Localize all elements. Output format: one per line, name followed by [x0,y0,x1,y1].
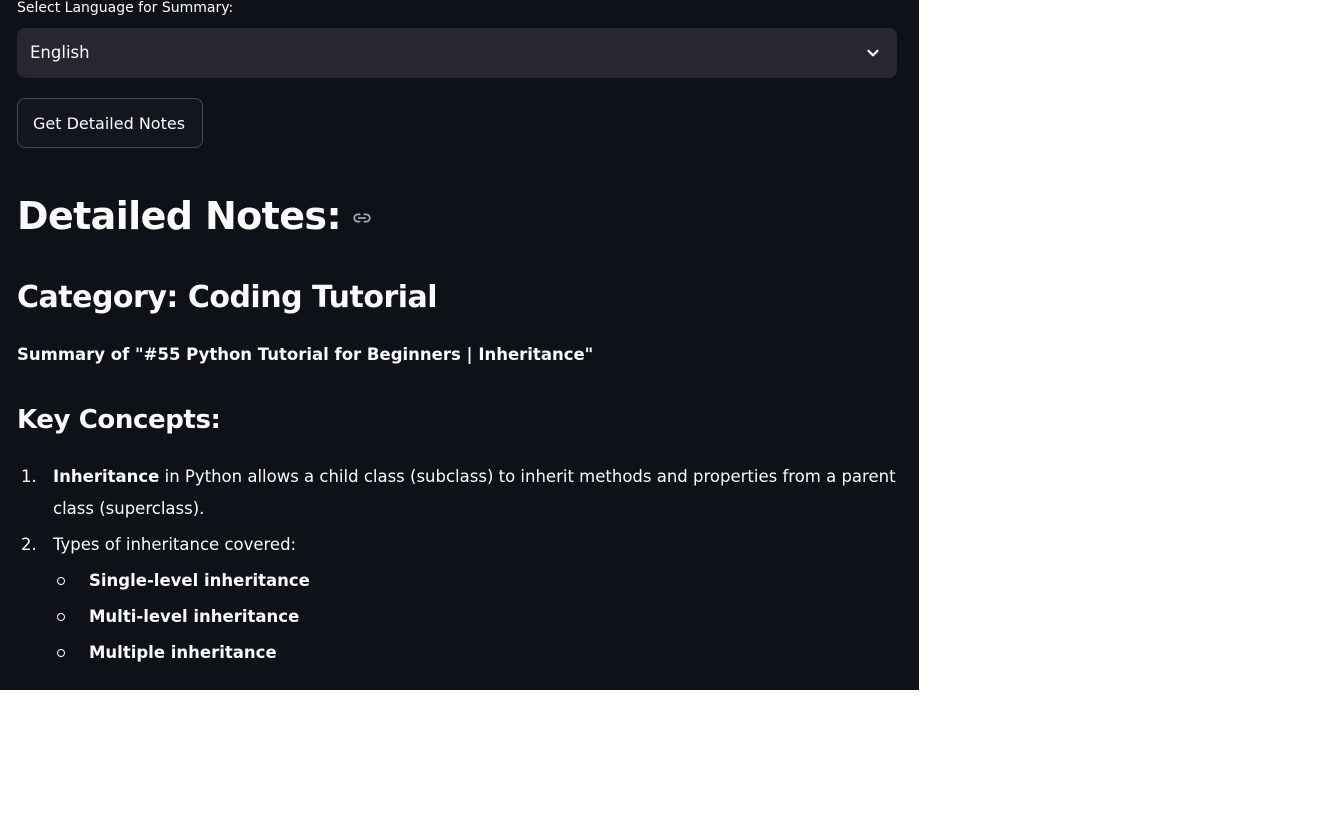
list-item: Single-level inheritance [53,565,897,597]
app-main-panel: Select Language for Summary: English Get… [0,0,919,690]
language-select-value: English [30,43,90,62]
language-select[interactable]: English [17,28,897,78]
list-item: 2. Types of inheritance covered: Single-… [17,529,897,669]
list-item: Multiple inheritance [53,637,897,669]
category-heading: Category: Coding Tutorial [17,280,438,315]
circle-bullet-icon [57,649,65,657]
detailed-notes-heading: Detailed Notes: [17,190,373,242]
key-concepts-list: 1. Inheritance in Python allows a child … [17,461,897,673]
inheritance-description: in Python allows a child class (subclass… [53,467,896,518]
summary-title: Summary of "#55 Python Tutorial for Begi… [17,345,594,364]
link-icon[interactable] [351,207,373,229]
inheritance-term: Inheritance [53,467,160,486]
sub-item-text: Single-level inheritance [89,571,310,590]
list-item-number: 2. [21,535,37,554]
key-concepts-heading: Key Concepts: [17,405,221,435]
get-detailed-notes-button[interactable]: Get Detailed Notes [17,98,203,148]
sub-item-text: Multi-level inheritance [89,607,300,626]
circle-bullet-icon [57,613,65,621]
list-item-text: Inheritance in Python allows a child cla… [53,467,896,518]
list-item: 1. Inheritance in Python allows a child … [17,461,897,525]
sub-item-text: Multiple inheritance [89,643,277,662]
circle-bullet-icon [57,577,65,585]
list-item-text: Types of inheritance covered: [53,535,297,554]
list-item: Multi-level inheritance [53,601,897,633]
language-select-label: Select Language for Summary: [17,0,234,16]
detailed-notes-heading-text: Detailed Notes: [17,194,342,238]
chevron-down-icon[interactable] [866,46,880,60]
list-item-number: 1. [21,467,37,486]
inheritance-types-list: Single-level inheritance Multi-level inh… [53,565,897,669]
